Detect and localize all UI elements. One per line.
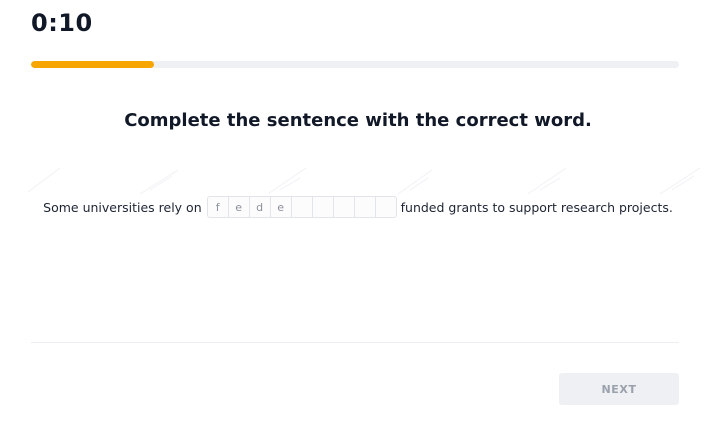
sentence-before: Some universities rely on (43, 199, 202, 215)
letter-box[interactable] (353, 196, 376, 218)
sentence-after: funded grants to support research projec… (400, 199, 673, 215)
background-watermark (27, 167, 701, 195)
letter-box[interactable]: f (206, 196, 229, 218)
progress-fill (31, 61, 155, 68)
question-instruction: Complete the sentence with the correct w… (124, 110, 592, 131)
letter-box[interactable]: e (269, 196, 292, 218)
letter-box[interactable]: d (248, 196, 271, 218)
letter-box[interactable] (332, 196, 355, 218)
letter-box[interactable] (290, 196, 313, 218)
progress-bar (31, 61, 679, 68)
word-input[interactable]: fede (206, 196, 397, 218)
sentence-row: Some universities rely on fede funded gr… (0, 196, 716, 218)
letter-box[interactable] (374, 196, 397, 218)
letter-box[interactable]: e (227, 196, 250, 218)
letter-box[interactable] (311, 196, 334, 218)
next-button[interactable]: NEXT (559, 373, 679, 405)
countdown-timer: 0:10 (31, 9, 93, 37)
footer-divider (31, 342, 679, 343)
